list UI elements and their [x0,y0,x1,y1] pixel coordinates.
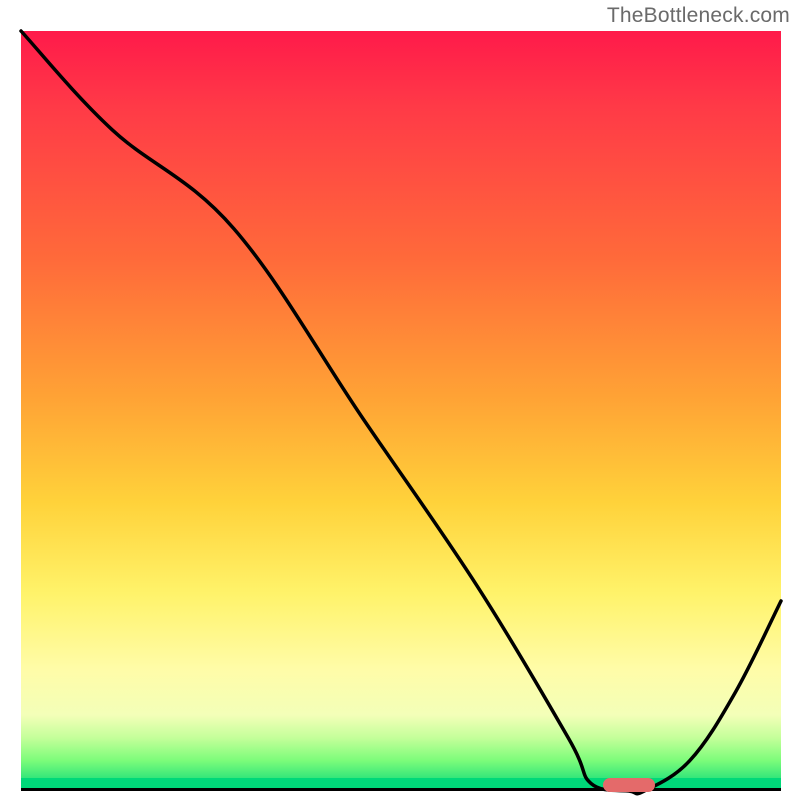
bottleneck-curve [21,31,781,794]
optimum-marker [603,778,655,792]
watermark-text: TheBottleneck.com [607,4,790,28]
x-axis [21,788,781,791]
plot-area [21,31,781,791]
curve-svg [21,31,781,791]
